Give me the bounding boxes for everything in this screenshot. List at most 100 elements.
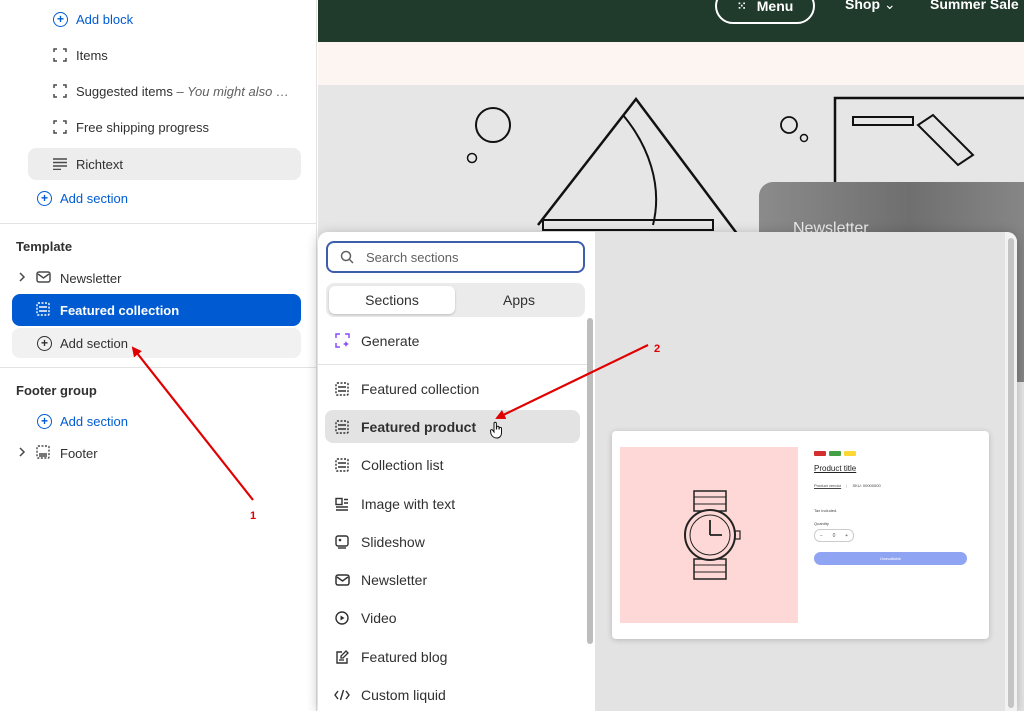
template-heading: Template — [16, 239, 73, 254]
section-preview-pane: Product title Product vendor | SKU: 0000… — [595, 232, 1005, 711]
section-option-slideshow[interactable]: Slideshow — [325, 525, 580, 558]
section-option-featured-product[interactable]: Featured product — [325, 410, 580, 443]
search-input[interactable] — [364, 248, 568, 266]
featured-product-preview-card: Product title Product vendor | SKU: 0000… — [612, 431, 989, 639]
block-item-suggested-items[interactable]: Suggested items – You might also … — [28, 75, 301, 107]
section-item-footer[interactable]: Footer — [12, 438, 301, 468]
product-meta: Product vendor | SKU: 00000000 — [814, 483, 881, 488]
section-label: Footer — [60, 445, 98, 461]
section-option-label: Featured product — [361, 418, 477, 435]
product-vendor: Product vendor — [814, 483, 842, 488]
watch-icon — [684, 490, 741, 580]
section-option-video[interactable]: Video — [325, 601, 580, 634]
quantity-value: 0 — [832, 532, 836, 539]
chevron-right-icon[interactable] — [18, 271, 28, 285]
announcement-band — [318, 42, 1024, 85]
section-option-featured-collection[interactable]: Featured collection — [325, 372, 580, 405]
tax-note: Tax included. — [814, 508, 838, 513]
generate-option[interactable]: Generate — [325, 324, 580, 357]
menu-button[interactable]: ⁙ Menu — [715, 0, 815, 24]
section-option-collection-list[interactable]: Collection list — [325, 448, 580, 481]
block-item-items[interactable]: Items — [28, 39, 301, 71]
section-option-label: Video — [361, 609, 397, 626]
plus-circle-icon: + — [53, 11, 68, 27]
block-label: Items — [76, 47, 108, 63]
section-option-featured-blog[interactable]: Featured blog — [325, 640, 580, 673]
product-image — [620, 447, 798, 623]
tab-apps[interactable]: Apps — [456, 286, 582, 314]
quantity-stepper: − 0 + — [814, 529, 854, 542]
search-icon — [340, 250, 354, 264]
quantity-label: Quantity — [814, 521, 829, 526]
add-section-button-footer[interactable]: + Add section — [37, 408, 128, 434]
section-option-custom-liquid[interactable]: Custom liquid — [325, 678, 580, 711]
theme-editor-sidebar: + Add block Items Suggested items – You … — [0, 0, 317, 711]
section-item-featured-collection[interactable]: Featured collection — [12, 294, 301, 326]
quantity-minus: − — [819, 532, 823, 539]
chevron-down-icon: ⌄ — [883, 0, 896, 12]
text-lines-icon — [52, 156, 68, 172]
section-type-tabs: Sections Apps — [326, 283, 585, 317]
divider — [0, 223, 316, 224]
footer-icon — [36, 444, 52, 462]
unavailable-button: Unavailable — [814, 552, 967, 565]
section-option-label: Newsletter — [361, 571, 428, 588]
shop-label: Shop — [845, 0, 880, 12]
add-block-button[interactable]: + Add block — [53, 6, 133, 32]
summer-sale-nav-link[interactable]: Summer Sale — [930, 0, 1019, 12]
scrollbar-thumb[interactable] — [1008, 238, 1014, 708]
list-scrollbar[interactable] — [587, 318, 593, 644]
code-icon — [334, 687, 350, 703]
hand-pointer-cursor-icon — [490, 421, 504, 444]
product-title: Product title — [814, 464, 857, 473]
featured-product-icon — [334, 419, 350, 435]
menu-dots-icon: ⁙ — [736, 0, 747, 13]
shop-nav-link[interactable]: Shop ⌄ — [845, 0, 896, 13]
add-section-label: Add section — [60, 413, 128, 429]
sparkle-generate-icon — [334, 333, 350, 349]
block-item-richtext[interactable]: Richtext — [28, 148, 301, 180]
tab-sections[interactable]: Sections — [329, 286, 455, 314]
envelope-icon — [36, 270, 52, 286]
section-option-image-with-text[interactable]: Image with text — [325, 487, 580, 520]
section-option-newsletter[interactable]: Newsletter — [325, 563, 580, 596]
store-header: ⁙ Menu Shop ⌄ Summer Sale — [318, 0, 1024, 42]
search-sections-field[interactable] — [326, 241, 585, 273]
footer-group-heading: Footer group — [16, 383, 97, 398]
slideshow-icon — [334, 534, 350, 550]
envelope-icon — [334, 572, 350, 588]
section-item-newsletter[interactable]: Newsletter — [12, 263, 301, 293]
section-option-label: Slideshow — [361, 533, 425, 550]
block-note: – You might also … — [172, 83, 289, 99]
add-section-popover: Sections Apps Generate Featured collecti… — [318, 232, 1017, 711]
featured-collection-icon — [334, 381, 350, 397]
add-section-label: Add section — [60, 335, 128, 351]
block-icon — [52, 47, 68, 63]
generate-label: Generate — [361, 332, 420, 349]
badge-green — [829, 451, 841, 456]
block-icon — [52, 119, 68, 135]
block-label-wrap: Suggested items – You might also … — [76, 84, 289, 99]
plus-circle-icon: + — [37, 335, 52, 351]
image-text-icon — [334, 496, 350, 512]
add-section-button-header[interactable]: + Add section — [37, 185, 128, 211]
section-picker-list: Sections Apps Generate Featured collecti… — [318, 232, 595, 711]
divider — [318, 364, 590, 365]
block-item-free-shipping[interactable]: Free shipping progress — [28, 111, 301, 143]
add-section-button-template[interactable]: + Add section — [12, 328, 301, 358]
divider — [0, 367, 316, 368]
product-sku: SKU: 00000000 — [852, 483, 881, 488]
section-label: Newsletter — [60, 270, 122, 286]
collection-list-icon — [334, 457, 350, 473]
plus-circle-icon: + — [37, 190, 52, 206]
block-label: Richtext — [76, 156, 123, 172]
blog-edit-icon — [334, 649, 350, 665]
section-option-label: Featured collection — [361, 380, 480, 397]
play-circle-icon — [334, 610, 350, 626]
meta-separator: | — [846, 483, 848, 488]
menu-label: Menu — [756, 0, 794, 14]
section-option-label: Image with text — [361, 495, 456, 512]
add-section-label: Add section — [60, 190, 128, 206]
chevron-right-icon[interactable] — [18, 446, 28, 460]
preview-scrollbar[interactable] — [1005, 232, 1017, 711]
